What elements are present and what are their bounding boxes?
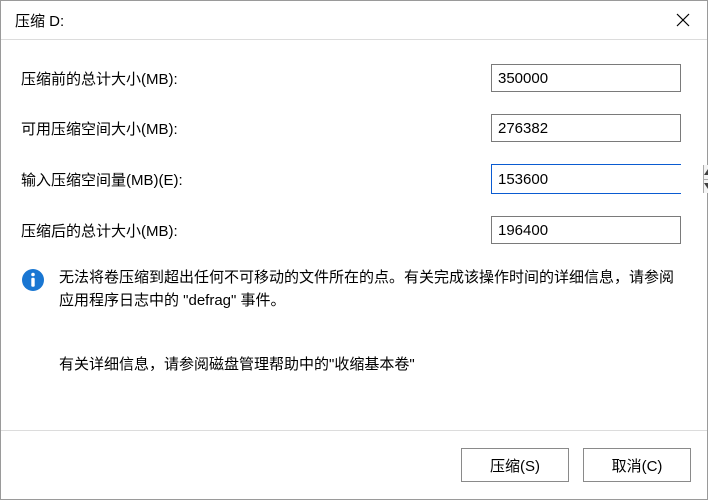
info-icon xyxy=(21,268,45,292)
close-icon xyxy=(676,13,690,27)
info-block: 无法将卷压缩到超出任何不可移动的文件所在的点。有关完成该操作时间的详细信息，请参… xyxy=(21,266,687,313)
shrink-volume-dialog: 压缩 D: 压缩前的总计大小(MB): 可用压缩空间大小(MB): 输入压缩空间… xyxy=(0,0,708,500)
label-total-after: 压缩后的总计大小(MB): xyxy=(21,220,491,241)
cancel-button[interactable]: 取消(C) xyxy=(583,448,691,482)
titlebar: 压缩 D: xyxy=(1,1,707,40)
row-total-before: 压缩前的总计大小(MB): xyxy=(21,64,687,92)
field-total-after xyxy=(491,216,681,244)
field-available xyxy=(491,114,681,142)
chevron-down-icon xyxy=(704,183,708,189)
chevron-up-icon xyxy=(704,169,708,175)
label-shrink-amount: 输入压缩空间量(MB)(E): xyxy=(21,169,491,190)
row-shrink-amount: 输入压缩空间量(MB)(E): xyxy=(21,164,687,194)
info-text-1: 无法将卷压缩到超出任何不可移动的文件所在的点。有关完成该操作时间的详细信息，请参… xyxy=(59,266,687,313)
spinner-up[interactable] xyxy=(704,165,708,179)
button-bar: 压缩(S) 取消(C) xyxy=(1,430,707,499)
shrink-button[interactable]: 压缩(S) xyxy=(461,448,569,482)
spinner-arrows xyxy=(703,165,708,193)
field-total-before xyxy=(491,64,681,92)
window-title: 压缩 D: xyxy=(15,10,659,31)
close-button[interactable] xyxy=(659,1,707,39)
shrink-amount-spinner[interactable] xyxy=(491,164,681,194)
info-text-2: 有关详细信息，请参阅磁盘管理帮助中的"收缩基本卷" xyxy=(59,353,687,374)
dialog-body: 压缩前的总计大小(MB): 可用压缩空间大小(MB): 输入压缩空间量(MB)(… xyxy=(1,40,707,430)
spinner-down[interactable] xyxy=(704,179,708,194)
label-available: 可用压缩空间大小(MB): xyxy=(21,118,491,139)
shrink-amount-input[interactable] xyxy=(492,165,703,193)
row-total-after: 压缩后的总计大小(MB): xyxy=(21,216,687,244)
row-available: 可用压缩空间大小(MB): xyxy=(21,114,687,142)
label-total-before: 压缩前的总计大小(MB): xyxy=(21,68,491,89)
